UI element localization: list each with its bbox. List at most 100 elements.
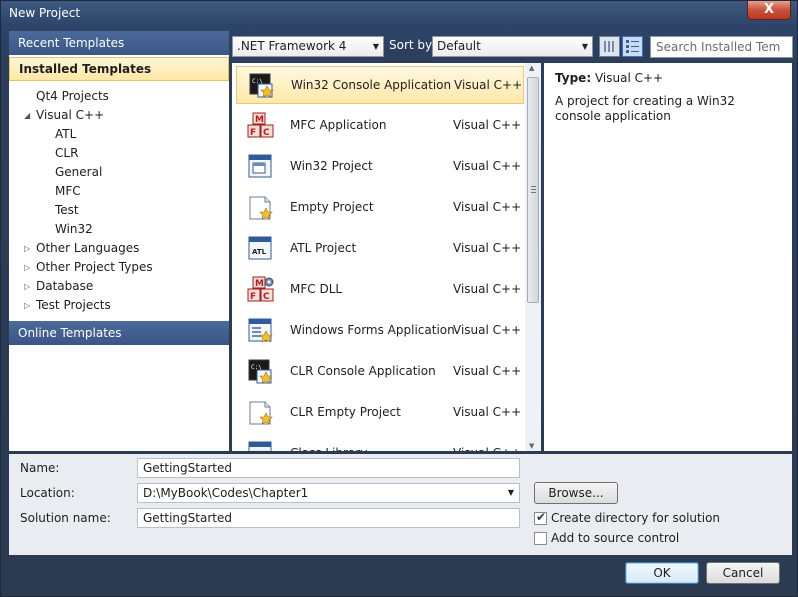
template-row-mfc-dll[interactable]: M F C MFC DLL Visual C++ — [236, 271, 524, 309]
template-language: Visual C++ — [453, 364, 522, 378]
template-language: Visual C++ — [454, 78, 523, 92]
mfc-icon: MFC — [247, 112, 275, 140]
template-language: Visual C++ — [453, 159, 522, 173]
template-name: MFC Application — [290, 118, 387, 132]
atl-icon: ATL — [247, 235, 275, 263]
tree-item-general[interactable]: General — [55, 163, 102, 182]
collapsed-arrow-icon[interactable]: ▷ — [24, 277, 30, 296]
template-name: MFC DLL — [290, 282, 343, 296]
create-directory-label[interactable]: Create directory for solution — [551, 511, 720, 525]
name-label: Name: — [20, 461, 60, 475]
svg-text:M: M — [255, 115, 264, 125]
sort-select[interactable]: Default ▼ — [432, 36, 593, 57]
scroll-up-icon[interactable]: ▲ — [529, 64, 534, 72]
tree-item-other-languages[interactable]: ▷ Other Languages — [24, 239, 140, 258]
tree-item-label: Test — [55, 203, 79, 217]
svg-text:M: M — [255, 279, 264, 289]
solution-name-field[interactable]: GettingStarted — [137, 508, 520, 528]
tree-item-visual-c[interactable]: ◢ Visual C++ — [24, 106, 105, 125]
template-name: Empty Project — [290, 200, 374, 214]
location-value: D:\MyBook\Codes\Chapter1 — [143, 486, 309, 500]
list-view-icon — [626, 40, 639, 53]
template-row-windows-forms-application[interactable]: Windows Forms Application Visual C++ — [236, 312, 524, 350]
search-installed-templates-input[interactable]: Search Installed Tem — [650, 36, 793, 58]
cancel-button[interactable]: Cancel — [706, 562, 780, 584]
ok-button[interactable]: OK — [625, 562, 699, 584]
template-list-scrollbar[interactable]: ▲ ▼ — [525, 63, 541, 451]
project-details-form: Name: GettingStarted Location: D:\MyBook… — [9, 454, 792, 555]
svg-text:F: F — [250, 292, 256, 302]
scroll-down-icon[interactable]: ▼ — [529, 442, 534, 450]
create-directory-checkbox[interactable]: ✔ — [534, 510, 547, 525]
scrollbar-thumb[interactable] — [527, 77, 539, 303]
template-row-clr-console-application[interactable]: C:\ CLR Console Application Visual C++ — [236, 353, 524, 391]
recent-templates-header[interactable]: Recent Templates — [9, 31, 229, 55]
svg-text:C: C — [263, 128, 270, 138]
collapsed-arrow-icon[interactable]: ▷ — [24, 258, 30, 277]
small-icons-view-button[interactable] — [599, 36, 620, 57]
chevron-down-icon: ▼ — [372, 42, 379, 51]
installed-templates-header[interactable]: Installed Templates — [9, 57, 229, 81]
location-field[interactable]: D:\MyBook\Codes\Chapter1 ▼ — [137, 483, 520, 503]
window-title: New Project — [9, 6, 81, 20]
online-templates-header[interactable]: Online Templates — [9, 321, 229, 345]
tree-item-label: General — [55, 165, 103, 179]
console-app-icon: C:\ — [247, 358, 275, 386]
collapsed-arrow-icon[interactable]: ▷ — [24, 296, 30, 315]
template-row-empty-project[interactable]: Empty Project Visual C++ — [236, 189, 524, 227]
type-label: Type: — [555, 71, 592, 85]
tree-item-test[interactable]: Test — [55, 201, 79, 220]
tree-item-label: Qt4 Projects — [36, 89, 109, 103]
location-label: Location: — [20, 486, 75, 500]
tree-item-qt4-projects[interactable]: Qt4 Projects — [36, 87, 109, 106]
template-description: A project for creating a Win32 console a… — [555, 94, 735, 123]
tree-item-other-project-types[interactable]: ▷ Other Project Types — [24, 258, 153, 277]
tree-item-atl[interactable]: ATL — [55, 125, 76, 144]
tree-item-label: MFC — [55, 184, 81, 198]
name-field[interactable]: GettingStarted — [137, 458, 520, 478]
template-row-win32-console-application[interactable]: C:\ Win32 Console Application Visual C++ — [236, 66, 524, 104]
collapsed-arrow-icon[interactable]: ▷ — [24, 239, 30, 258]
window-app-icon — [247, 153, 275, 181]
medium-icons-view-button[interactable] — [622, 36, 643, 57]
tree-item-label: ATL — [55, 127, 77, 141]
template-row-class-library[interactable]: Class Library Visual C++ — [236, 435, 524, 451]
svg-text:ATL: ATL — [252, 248, 267, 256]
add-source-control-checkbox[interactable] — [534, 532, 547, 545]
empty-project-icon — [247, 399, 275, 427]
tree-item-label: Other Languages — [36, 241, 140, 255]
close-icon: X — [763, 2, 775, 17]
framework-value: .NET Framework 4 — [237, 39, 347, 53]
tree-item-label: Visual C++ — [36, 108, 105, 122]
template-row-mfc-application[interactable]: M F C MFC Application Visual C++ — [236, 107, 524, 145]
template-name: CLR Empty Project — [290, 405, 401, 419]
template-language: Visual C++ — [453, 282, 522, 296]
class-library-icon — [247, 440, 275, 451]
chevron-down-icon[interactable]: ▼ — [508, 484, 514, 502]
template-row-atl-project[interactable]: ATL ATL Project Visual C++ — [236, 230, 524, 268]
mfc-dll-icon: MFC — [247, 276, 275, 304]
tree-item-test-projects[interactable]: ▷ Test Projects — [24, 296, 111, 315]
template-language: Visual C++ — [453, 118, 522, 132]
framework-select[interactable]: .NET Framework 4 ▼ — [232, 36, 384, 57]
add-source-control-label[interactable]: Add to source control — [551, 531, 679, 545]
expanded-arrow-icon[interactable]: ◢ — [24, 106, 30, 125]
template-type: Type: Visual C++ — [555, 71, 781, 85]
browse-button[interactable]: Browse... — [534, 482, 618, 504]
tree-item-mfc[interactable]: MFC — [55, 182, 81, 201]
tree-item-win32[interactable]: Win32 — [55, 220, 93, 239]
template-language: Visual C++ — [453, 200, 522, 214]
close-button[interactable]: X — [747, 1, 791, 20]
tree-item-label: Database — [36, 279, 94, 293]
tree-item-database[interactable]: ▷ Database — [24, 277, 94, 296]
template-language: Visual C++ — [453, 446, 521, 451]
template-row-win32-project[interactable]: Win32 Project Visual C++ — [236, 148, 524, 186]
tree-item-label: Other Project Types — [36, 260, 153, 274]
toolbar: .NET Framework 4 ▼ Sort by: Default ▼ Se… — [232, 34, 793, 60]
tree-item-label: Test Projects — [36, 298, 111, 312]
tree-item-label: Win32 — [55, 222, 93, 236]
template-row-clr-empty-project[interactable]: CLR Empty Project Visual C++ — [236, 394, 524, 432]
template-language: Visual C++ — [453, 323, 522, 337]
template-name: ATL Project — [290, 241, 357, 255]
tree-item-clr[interactable]: CLR — [55, 144, 78, 163]
